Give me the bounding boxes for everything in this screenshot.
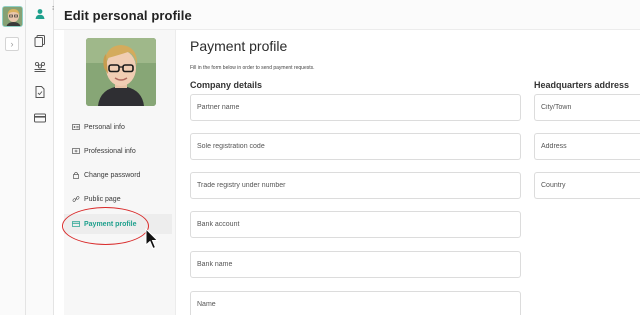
nav-professional-info[interactable]: Professional info xyxy=(72,144,136,158)
address-field[interactable] xyxy=(534,133,640,160)
document-icon[interactable] xyxy=(33,85,47,99)
id-card-icon xyxy=(72,124,80,130)
city-town-field[interactable] xyxy=(534,94,640,121)
icon-rail xyxy=(26,0,54,315)
user-icon[interactable] xyxy=(33,7,47,21)
partner-name-input[interactable] xyxy=(197,104,520,111)
collapse-toggle-icon[interactable]: › xyxy=(5,37,19,51)
bank-account-field[interactable] xyxy=(190,211,521,238)
partner-name-field[interactable] xyxy=(190,94,521,121)
main-content: Payment profile Fill in the form below i… xyxy=(176,30,640,315)
link-icon xyxy=(72,196,80,202)
nav-item-label: Professional info xyxy=(84,147,136,155)
mouse-pointer-icon xyxy=(145,228,159,250)
headquarters-address-heading: Headquarters address xyxy=(534,80,630,90)
bank-name-field[interactable] xyxy=(190,251,521,278)
name-input[interactable] xyxy=(197,301,520,308)
copy-icon[interactable] xyxy=(33,34,47,48)
address-input[interactable] xyxy=(541,143,640,150)
name-field[interactable] xyxy=(190,291,521,315)
sole-registration-code-input[interactable] xyxy=(197,143,520,150)
nav-item-label: Public page xyxy=(84,195,121,203)
nav-public-page[interactable]: Public page xyxy=(72,192,121,206)
page-header: Edit personal profile xyxy=(54,0,640,30)
nav-item-label: Change password xyxy=(84,171,141,179)
country-field[interactable] xyxy=(534,172,640,199)
users-group-icon[interactable] xyxy=(33,60,47,74)
bank-name-input[interactable] xyxy=(197,261,520,268)
country-input[interactable] xyxy=(541,182,640,189)
app-window: › ≡ Edit personal profile xyxy=(0,0,640,315)
section-subtitle: Fill in the form below in order to send … xyxy=(190,65,315,71)
nav-personal-info[interactable]: Personal info xyxy=(72,120,125,134)
page-title: Edit personal profile xyxy=(64,8,192,23)
profile-nav: Personal info Professional info Change p… xyxy=(64,30,176,315)
trade-registry-input[interactable] xyxy=(197,182,520,189)
bank-account-input[interactable] xyxy=(197,221,520,228)
profile-photo xyxy=(86,38,156,106)
section-title: Payment profile xyxy=(190,38,288,54)
sole-registration-code-field[interactable] xyxy=(190,133,521,160)
company-details-heading: Company details xyxy=(190,80,263,90)
nav-item-label: Personal info xyxy=(84,123,125,131)
rail-avatar[interactable] xyxy=(2,6,23,27)
trade-registry-field[interactable] xyxy=(190,172,521,199)
highlight-circle xyxy=(62,207,149,245)
app-rail: › xyxy=(0,0,26,315)
nav-change-password[interactable]: Change password xyxy=(72,168,140,182)
city-town-input[interactable] xyxy=(541,104,640,111)
credit-card-icon[interactable] xyxy=(33,111,47,125)
briefcase-card-icon xyxy=(72,148,80,154)
lock-icon xyxy=(73,171,79,179)
